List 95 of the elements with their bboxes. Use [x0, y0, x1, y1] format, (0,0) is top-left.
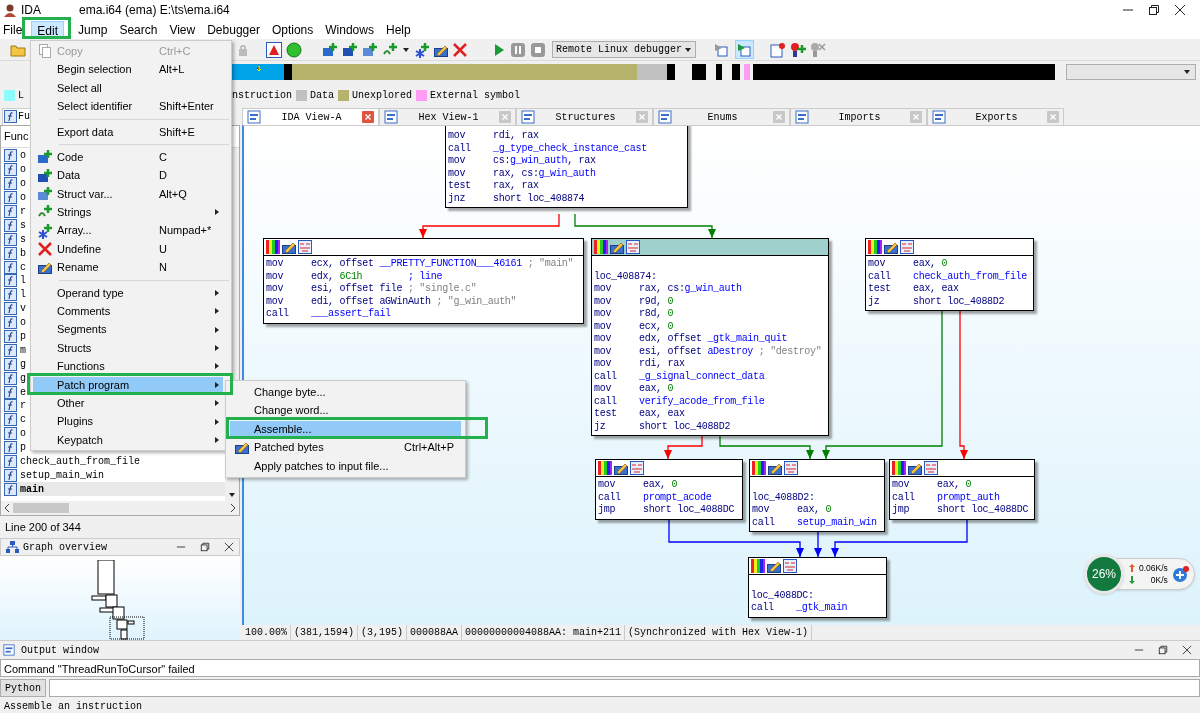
- mnemonic: call: [594, 395, 618, 408]
- mnemonic: jmp: [598, 504, 617, 517]
- mnemonic: jz: [868, 295, 881, 308]
- operands: short loc_408874: [493, 192, 585, 205]
- operands: eax, 0: [639, 383, 674, 396]
- mnemonic: mov: [594, 308, 613, 321]
- legend-label: nstruction: [232, 88, 293, 103]
- operands: rax, rax: [493, 180, 539, 193]
- mnemonic: mov: [892, 479, 911, 492]
- code-label: loc_408874:: [594, 270, 657, 283]
- operands: eax, eax: [913, 283, 959, 296]
- code-label: loc_4088D2:: [752, 491, 815, 504]
- legend-label: External symbol: [430, 88, 521, 103]
- operands: eax, 0: [643, 479, 678, 492]
- legend-label: Unexplored: [352, 88, 413, 103]
- status-field: (Synchronized with Hex View-1): [625, 625, 813, 640]
- mnemonic: mov: [594, 383, 613, 396]
- status-text: Assemble an instruction: [4, 700, 143, 713]
- operands: esi, offset file ; "single.c": [311, 283, 477, 296]
- window-title: ema.i64 (ema) E:\ts\ema.i64: [79, 1, 230, 19]
- mnemonic: mov: [266, 283, 285, 296]
- mnemonic: mov: [594, 333, 613, 346]
- operands: eax, eax: [639, 408, 685, 421]
- operands: ecx, offset __PRETTY_FUNCTION___46161 ; "main": [311, 258, 574, 271]
- mnemonic: call: [594, 370, 618, 383]
- operands: eax, 0: [913, 258, 948, 271]
- mnemonic: mov: [266, 258, 285, 271]
- status-field: 00000000004088AA: main+211: [462, 625, 626, 640]
- operands: cs:g_win_auth, rax: [493, 155, 596, 168]
- mnemonic: call: [598, 491, 622, 504]
- mnemonic: call: [868, 270, 892, 283]
- download-speed: 0K/s: [1150, 574, 1168, 586]
- mnemonic: mov: [868, 258, 887, 271]
- operands: edx, 6C1h ; line: [311, 270, 443, 283]
- operands: verify_acode_from_file: [639, 395, 765, 408]
- operands: rdi, rax: [493, 130, 539, 143]
- line-counter: Line 200 of 344: [5, 519, 81, 535]
- operands: short loc_4088D2: [913, 295, 1005, 308]
- status-field: (3,195): [358, 625, 408, 640]
- operands: prompt_auth: [937, 491, 1000, 504]
- mnemonic: mov: [594, 320, 613, 333]
- mnemonic: mov: [448, 167, 467, 180]
- mnemonic: test: [594, 408, 618, 421]
- mnemonic: test: [448, 180, 472, 193]
- operands: esi, offset aDestroy ; "destroy": [639, 345, 822, 358]
- status-field: 000088AA: [407, 625, 463, 640]
- mnemonic: mov: [448, 155, 467, 168]
- operands: setup_main_win: [797, 516, 877, 529]
- operands: r9d, 0: [639, 295, 674, 308]
- operands: _g_type_check_instance_cast: [493, 142, 647, 155]
- operands: rdi, rax: [639, 358, 685, 371]
- status-field: (381,1594): [291, 625, 359, 640]
- operands: rax, cs:g_win_auth: [493, 167, 596, 180]
- mnemonic: call: [892, 491, 916, 504]
- mnemonic: mov: [752, 504, 771, 517]
- mnemonic: jnz: [448, 192, 467, 205]
- mnemonic: mov: [598, 479, 617, 492]
- operands: _g_signal_connect_data: [639, 370, 765, 383]
- operands: eax, 0: [797, 504, 832, 517]
- panel-title: Graph overview: [23, 540, 107, 555]
- mnemonic: test: [868, 283, 892, 296]
- mnemonic: call: [751, 602, 775, 615]
- mnemonic: call: [752, 516, 776, 529]
- code-label: loc_4088DC:: [751, 589, 814, 602]
- upload-speed: 0.06K/s: [1139, 562, 1168, 574]
- mnemonic: mov: [594, 345, 613, 358]
- operands: ecx, 0: [639, 320, 674, 333]
- mnemonic: mov: [594, 295, 613, 308]
- legend-label: Data: [310, 88, 335, 103]
- operands: short loc_4088DC: [937, 504, 1029, 517]
- status-field: 100.00%: [242, 625, 291, 640]
- panel-title: Output window: [21, 643, 99, 658]
- mnemonic: mov: [266, 295, 285, 308]
- operands: edx, offset _gtk_main_quit: [639, 333, 788, 346]
- operands: rax, cs:g_win_auth: [639, 283, 742, 296]
- operands: eax, 0: [937, 479, 972, 492]
- operands: prompt_acode: [643, 491, 712, 504]
- mnemonic: call: [448, 142, 472, 155]
- mnemonic: call: [266, 308, 290, 321]
- mnemonic: mov: [266, 270, 285, 283]
- operands: ___assert_fail: [311, 308, 391, 321]
- operands: short loc_4088DC: [643, 504, 735, 517]
- mnemonic: mov: [594, 283, 613, 296]
- operands: r8d, 0: [639, 308, 674, 321]
- log-line: Command "ThreadRunToCursor" failed: [4, 662, 195, 676]
- operands: _gtk_main: [796, 602, 848, 615]
- mnemonic: jmp: [892, 504, 911, 517]
- operands: check_auth_from_file: [913, 270, 1028, 283]
- mnemonic: mov: [594, 358, 613, 371]
- app-name: IDA: [21, 1, 41, 19]
- operands: edi, offset aGWinAuth ; "g_win_auth": [311, 295, 517, 308]
- operands: short loc_4088D2: [639, 420, 731, 433]
- mnemonic: mov: [448, 130, 467, 143]
- mnemonic: jz: [594, 420, 607, 433]
- legend-label: L: [18, 88, 24, 103]
